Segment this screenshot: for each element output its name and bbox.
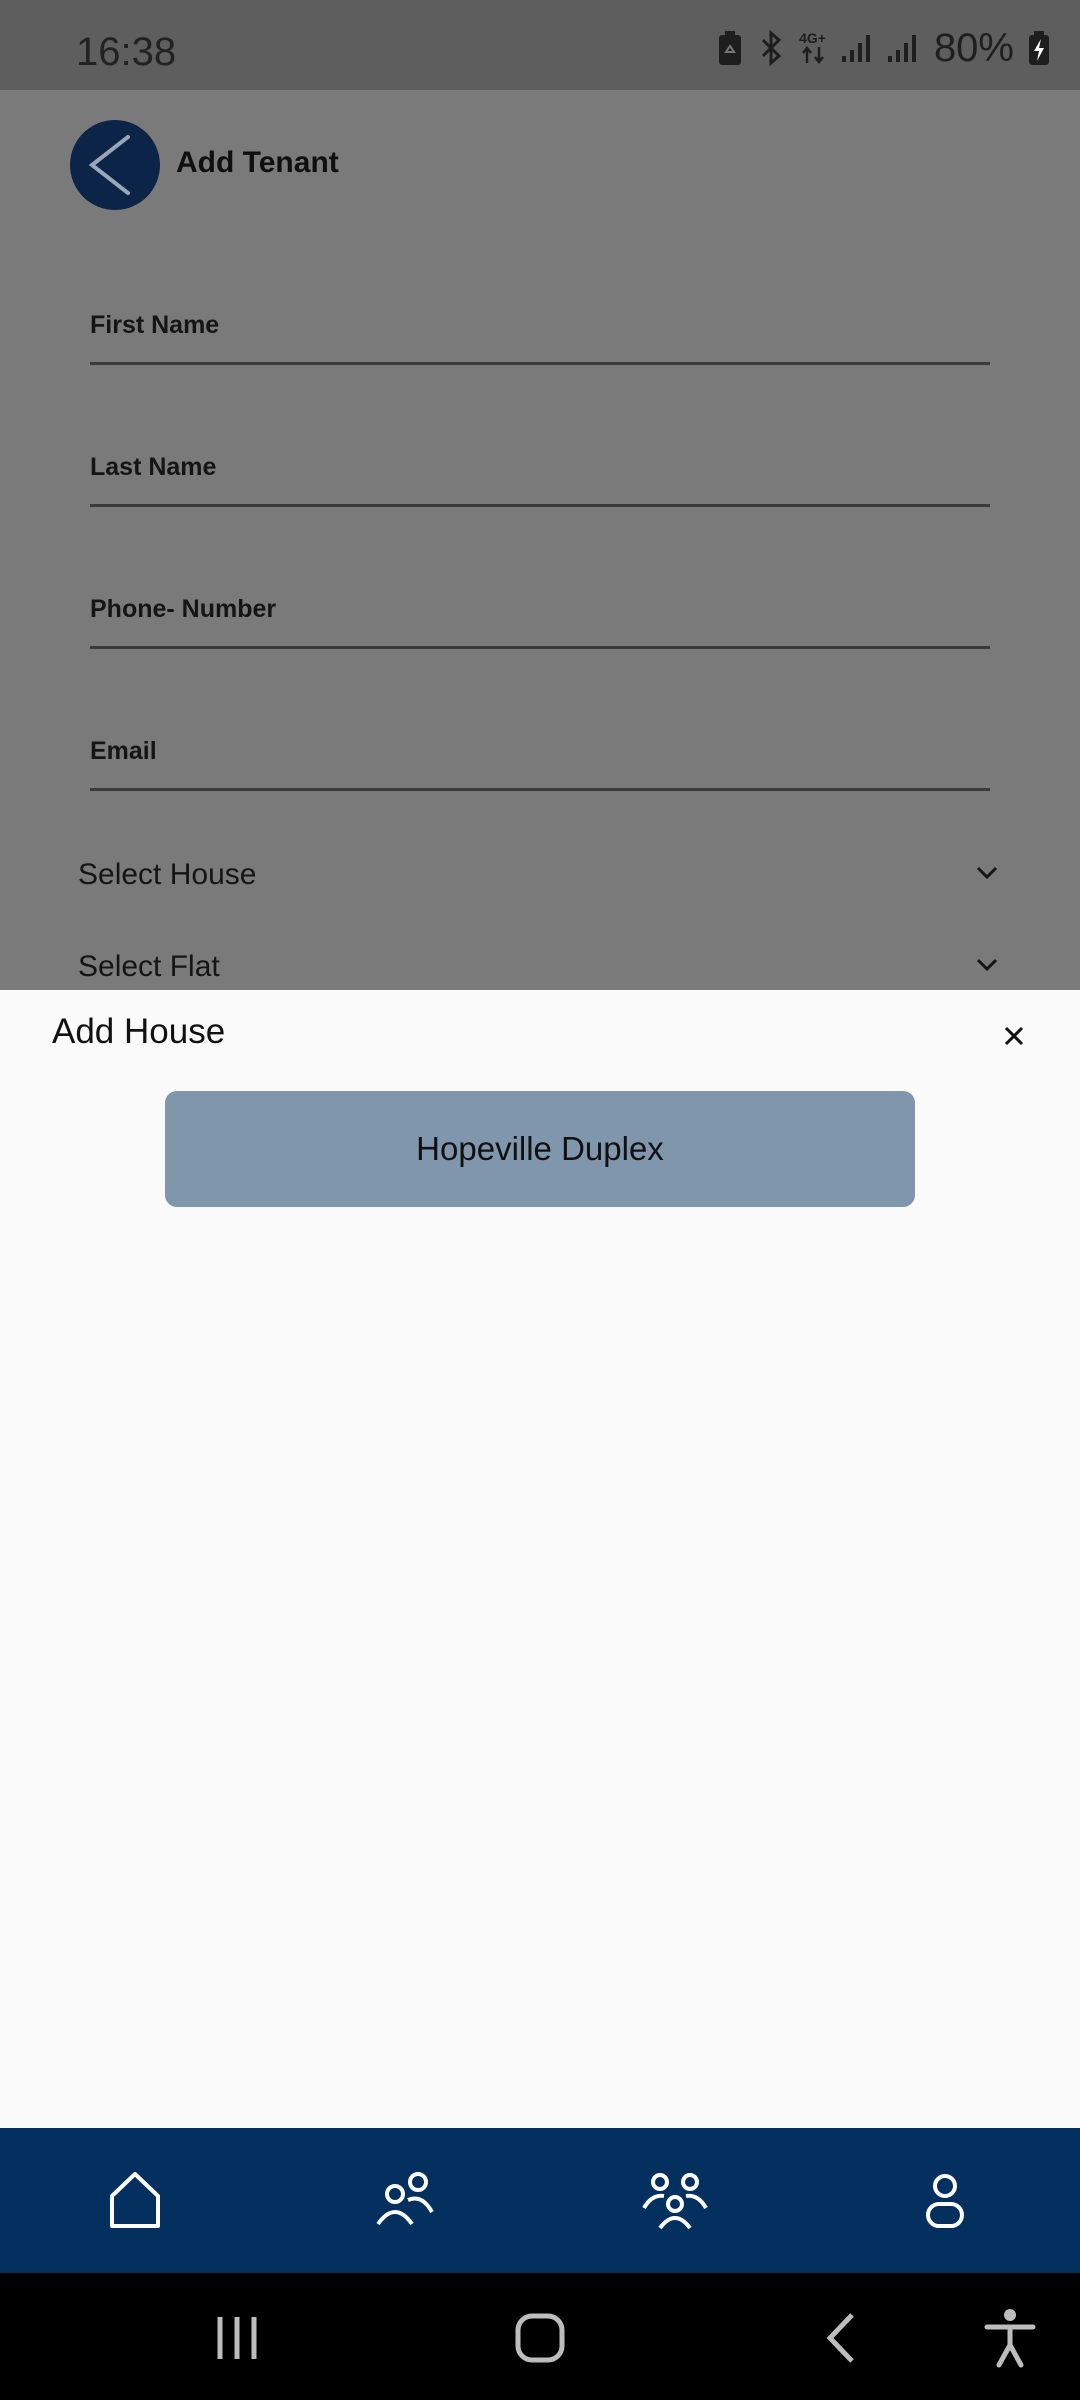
recent-apps-icon: [217, 2317, 257, 2359]
sheet-title: Add House: [52, 1012, 226, 1051]
phone-number-field[interactable]: Phone- Number: [90, 569, 990, 649]
nav-tenants[interactable]: [360, 2156, 450, 2246]
back-arrow-icon: [88, 135, 130, 195]
status-icons: 4G+ 80%: [717, 25, 1050, 70]
battery-saver-icon: [717, 30, 743, 66]
email-label: Email: [90, 737, 157, 765]
house-option[interactable]: Hopeville Duplex: [165, 1091, 915, 1207]
accessibility-icon: [984, 2309, 1036, 2368]
nav-profile[interactable]: [900, 2156, 990, 2246]
group-icon: [642, 2173, 708, 2230]
first-name-field[interactable]: First Name: [90, 285, 990, 365]
status-bar: 16:38 4G+ 80%: [0, 0, 1080, 90]
nav-home[interactable]: [90, 2156, 180, 2246]
nav-group[interactable]: [630, 2156, 720, 2246]
bottom-nav: [0, 2128, 1080, 2273]
signal-icon: [840, 32, 872, 64]
select-house-label: Select House: [78, 858, 257, 891]
home-circle-icon: [515, 2313, 565, 2363]
close-button[interactable]: [994, 1016, 1034, 1056]
status-time: 16:38: [76, 30, 177, 74]
back-button[interactable]: [70, 120, 160, 210]
page-title: Add Tenant: [176, 146, 339, 179]
recent-apps-button[interactable]: [202, 2303, 272, 2373]
last-name-label: Last Name: [90, 453, 217, 481]
profile-icon: [926, 2174, 964, 2228]
network-4g-icon: 4G+: [799, 31, 826, 65]
back-chevron-icon: [826, 2313, 854, 2363]
home-system-button[interactable]: [505, 2303, 575, 2373]
phone-number-label: Phone- Number: [90, 595, 277, 623]
select-flat-label: Select Flat: [78, 950, 220, 983]
network-label: 4G+: [799, 30, 826, 46]
select-flat-dropdown[interactable]: Select Flat: [78, 938, 998, 990]
first-name-label: First Name: [90, 311, 220, 339]
accessibility-button[interactable]: [975, 2303, 1045, 2373]
add-house-sheet: Add House Hopeville Duplex: [0, 990, 1080, 2128]
add-tenant-page: Add Tenant First Name Last Name Phone- N…: [0, 90, 1080, 990]
home-icon: [110, 2172, 160, 2228]
battery-percent: 80%: [933, 25, 1014, 70]
chevron-down-icon: [976, 958, 998, 972]
signal-icon: [886, 32, 918, 64]
select-house-dropdown[interactable]: Select House: [78, 846, 998, 906]
last-name-field[interactable]: Last Name: [90, 427, 990, 507]
email-field[interactable]: Email: [90, 711, 990, 791]
tenants-icon: [376, 2172, 434, 2226]
battery-charging-icon: [1028, 30, 1050, 66]
close-icon: [1004, 1026, 1024, 1046]
system-nav-bar: [0, 2273, 1080, 2400]
bluetooth-icon: [757, 30, 785, 66]
back-system-button[interactable]: [808, 2303, 878, 2373]
chevron-down-icon: [976, 866, 998, 880]
